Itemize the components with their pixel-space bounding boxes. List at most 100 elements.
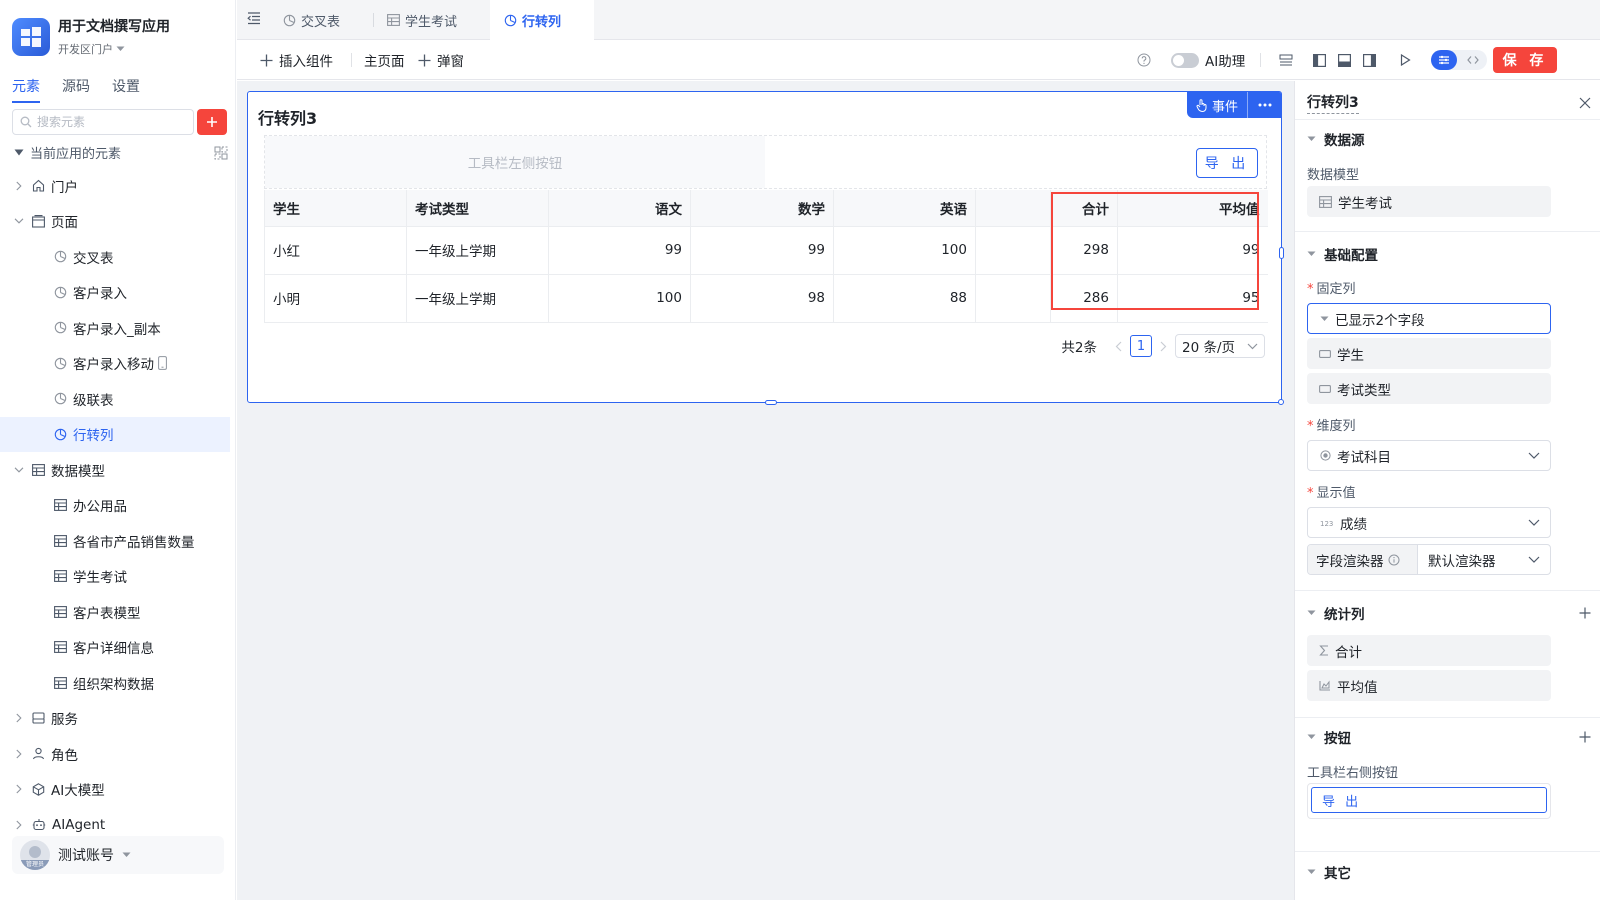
page-size-select[interactable]: 20 条/页 <box>1175 334 1265 358</box>
chevron-right-icon[interactable] <box>12 749 26 759</box>
row-to-column-component[interactable]: 行转列3 事件 工具栏左侧按钮 导 出 学生 考试类型 语文 数学 英语 合计 平均值 小红… <box>247 91 1284 405</box>
column-header[interactable] <box>975 190 1051 227</box>
tree-node-14[interactable]: 组织架构数据 <box>0 665 236 701</box>
column-header[interactable]: 英语 <box>833 190 976 227</box>
column-header[interactable]: 合计 <box>1050 190 1118 227</box>
chevron-down-icon <box>1528 556 1540 563</box>
tree-section-header[interactable]: 当前应用的元素 <box>14 143 228 162</box>
column-header[interactable]: 平均值 <box>1117 190 1268 227</box>
code-mode-icon[interactable] <box>1461 50 1485 70</box>
chevron-down-icon[interactable] <box>12 467 26 473</box>
main-page-button[interactable]: 主页面 <box>364 40 405 80</box>
tree-node-label: 客户录入移动 <box>73 357 154 374</box>
display-value-select[interactable]: 123 成绩 <box>1307 507 1551 538</box>
renderer-select[interactable]: 默认渲染器 <box>1418 545 1550 574</box>
tab-crosstab[interactable]: 交叉表 <box>269 0 354 40</box>
resize-handle-corner[interactable] <box>1278 399 1284 405</box>
section-datasource[interactable]: 数据源 <box>1307 129 1591 149</box>
component-tree-icon[interactable] <box>1279 40 1293 80</box>
tab-student-exam[interactable]: 学生考试 <box>373 0 471 40</box>
pivot-table: 学生 考试类型 语文 数学 英语 合计 平均值 小红 一年级上学期 99 99 100 298 99 小明… <box>264 190 1268 323</box>
ai-assistant-toggle[interactable]: AI助理 <box>1171 40 1245 80</box>
insert-component-button[interactable]: 插入组件 <box>260 40 333 80</box>
tree-node-7[interactable]: 行转列 <box>0 416 230 452</box>
section-basic[interactable]: 基础配置 <box>1307 244 1591 264</box>
add-button-icon[interactable] <box>1579 731 1591 743</box>
more-icon[interactable] <box>1247 92 1281 118</box>
chevron-right-icon[interactable] <box>12 713 26 723</box>
tree-node-4[interactable]: 客户录入_副本 <box>0 310 236 346</box>
export-button[interactable]: 导 出 <box>1196 148 1258 178</box>
tree-node-13[interactable]: 客户详细信息 <box>0 630 236 666</box>
section-buttons[interactable]: 按钮 <box>1307 727 1591 747</box>
left-panel-icon[interactable] <box>1313 40 1326 80</box>
stat-item-sum[interactable]: 合计 <box>1307 635 1551 666</box>
locate-icon[interactable] <box>214 146 228 160</box>
tree-node-16[interactable]: 角色 <box>0 736 236 772</box>
chevron-right-icon[interactable] <box>1160 341 1167 352</box>
close-icon[interactable] <box>1579 97 1591 109</box>
tree-node-label: 各省市产品销售数量 <box>73 534 195 551</box>
tree-node-6[interactable]: 级联表 <box>0 381 236 417</box>
resize-handle-right[interactable] <box>1279 247 1284 259</box>
right-panel-icon[interactable] <box>1363 40 1376 80</box>
dimension-select[interactable]: 考试科目 <box>1307 440 1551 471</box>
section-other[interactable]: 其它 <box>1307 862 1591 882</box>
tree-node-10[interactable]: 各省市产品销售数量 <box>0 523 236 559</box>
tree-node-1[interactable]: 页面 <box>0 204 236 240</box>
tree-node-label: 客户录入_副本 <box>73 321 161 338</box>
tree-node-3[interactable]: 客户录入 <box>0 275 236 311</box>
env-selector[interactable]: 开发区门户 <box>58 41 170 57</box>
tree-node-2[interactable]: 交叉表 <box>0 239 236 275</box>
tab-source[interactable]: 源码 <box>62 76 90 103</box>
chevron-left-icon[interactable] <box>1115 341 1122 352</box>
event-button[interactable]: 事件 <box>1187 92 1247 118</box>
add-element-button[interactable] <box>197 109 227 135</box>
add-stat-icon[interactable] <box>1579 607 1591 619</box>
panel-title[interactable]: 行转列3 <box>1307 92 1359 114</box>
tree-node-8[interactable]: 数据模型 <box>0 452 236 488</box>
stat-item-avg[interactable]: 平均值 <box>1307 670 1551 701</box>
design-mode-icon[interactable] <box>1431 50 1457 70</box>
tree-node-11[interactable]: 学生考试 <box>0 559 236 595</box>
tree-node-9[interactable]: 办公用品 <box>0 488 236 524</box>
pagination: 共2条 1 20 条/页 <box>1061 334 1265 358</box>
export-button-config[interactable]: 导 出 <box>1311 787 1547 813</box>
column-header[interactable]: 数学 <box>690 190 834 227</box>
fixed-columns-select[interactable]: 已显示2个字段 <box>1307 303 1551 334</box>
collapse-sidebar-icon[interactable] <box>247 11 261 25</box>
column-header[interactable]: 考试类型 <box>406 190 549 227</box>
tab-settings[interactable]: 设置 <box>112 76 140 103</box>
user-menu[interactable]: 管理员 测试账号 <box>12 836 224 874</box>
search-input[interactable] <box>37 115 187 129</box>
chevron-down-icon[interactable] <box>12 218 26 224</box>
save-button[interactable]: 保 存 <box>1493 47 1557 73</box>
chevron-right-icon[interactable] <box>12 784 26 794</box>
preview-play-icon[interactable] <box>1395 40 1415 80</box>
info-icon[interactable] <box>1388 554 1400 566</box>
page-number-button[interactable]: 1 <box>1130 335 1152 357</box>
model-select[interactable]: 学生考试 <box>1307 186 1551 217</box>
tab-row-to-column[interactable]: 行转列 <box>490 0 594 41</box>
tree-node-5[interactable]: 客户录入移动 <box>0 346 236 382</box>
bottom-panel-icon[interactable] <box>1338 40 1351 80</box>
column-header[interactable]: 语文 <box>548 190 691 227</box>
popup-button[interactable]: 弹窗 <box>418 40 464 80</box>
resize-handle-bottom[interactable] <box>765 400 777 405</box>
design-code-switch[interactable] <box>1431 50 1487 70</box>
table-cell: 99 <box>1117 226 1268 275</box>
help-icon[interactable] <box>1137 40 1151 80</box>
chevron-right-icon[interactable] <box>12 181 26 191</box>
fixed-field-item[interactable]: 考试类型 <box>1307 373 1551 404</box>
chevron-right-icon[interactable] <box>12 820 26 830</box>
tree-node-12[interactable]: 客户表模型 <box>0 594 236 630</box>
tab-elements[interactable]: 元素 <box>12 76 40 103</box>
toolbar-left-slot[interactable]: 工具栏左侧按钮 <box>265 136 765 188</box>
tree-node-15[interactable]: 服务 <box>0 701 236 737</box>
fixed-field-item[interactable]: 学生 <box>1307 338 1551 369</box>
table-cell: 小红 <box>264 226 407 275</box>
tree-node-0[interactable]: 门户 <box>0 168 236 204</box>
column-header[interactable]: 学生 <box>264 190 407 227</box>
section-stats[interactable]: 统计列 <box>1307 603 1591 623</box>
tree-node-17[interactable]: AI大模型 <box>0 772 236 808</box>
